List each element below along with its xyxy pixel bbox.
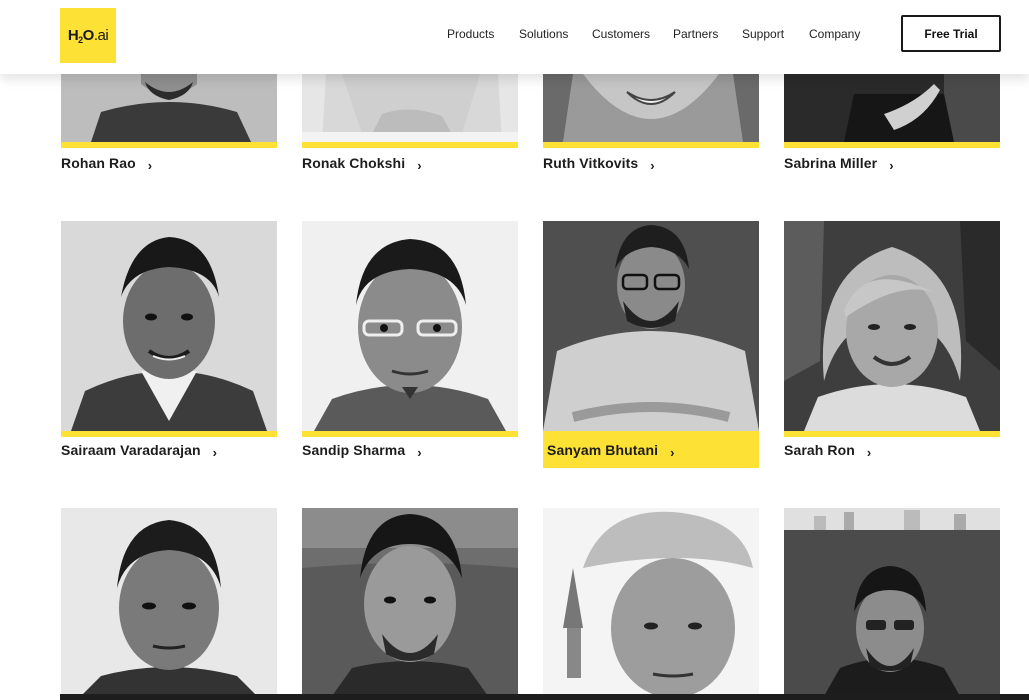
person-photo (543, 74, 759, 142)
accent-bar (784, 142, 1000, 148)
chevron-right-icon: › (147, 157, 153, 173)
logo-o: O (82, 27, 95, 44)
person-photo (543, 221, 759, 431)
accent-bar (61, 142, 277, 148)
h2o-logo[interactable]: H 2 O .ai (60, 8, 116, 63)
chevron-right-icon: › (670, 444, 675, 460)
nav-partners[interactable]: Partners (673, 27, 718, 41)
page-footer-edge (60, 694, 1029, 700)
accent-bar (302, 431, 518, 437)
accent-bar (61, 431, 277, 437)
person-link[interactable]: Sarah Ron › (784, 440, 871, 460)
chevron-right-icon: › (212, 444, 218, 460)
nav-company[interactable]: Company (809, 27, 860, 41)
person-link[interactable]: Sabrina Miller › (784, 153, 894, 173)
person-photo (61, 74, 277, 142)
logo-ai: .ai (93, 27, 109, 44)
nav-customers[interactable]: Customers (592, 27, 650, 41)
person-name: Sarah Ron (784, 442, 855, 458)
person-photo (302, 221, 518, 431)
person-name: Sandip Sharma (302, 442, 406, 458)
accent-bar (543, 142, 759, 148)
chevron-right-icon: › (650, 157, 655, 173)
logo-subscript: 2 (78, 34, 83, 45)
logo-h: H (67, 27, 79, 44)
nav-support[interactable]: Support (742, 27, 784, 41)
chevron-right-icon: › (889, 157, 894, 173)
person-name: Sabrina Miller (784, 155, 878, 171)
person-photo (784, 508, 1000, 696)
person-photo (784, 74, 1000, 142)
person-name: Sairaam Varadarajan (61, 442, 201, 458)
person-link[interactable]: Sandip Sharma › (302, 440, 422, 460)
free-trial-button[interactable]: Free Trial (901, 15, 1001, 52)
person-photo (784, 221, 1000, 431)
person-link[interactable]: Sanyam Bhutani › (547, 440, 674, 460)
person-link[interactable]: Ronak Chokshi › (302, 153, 422, 173)
person-link[interactable]: Rohan Rao › (61, 153, 152, 173)
person-name: Sanyam Bhutani (547, 442, 659, 458)
chevron-right-icon: › (417, 157, 422, 173)
chevron-right-icon: › (417, 444, 422, 460)
person-photo (61, 508, 277, 696)
person-name: Ronak Chokshi (302, 155, 406, 171)
person-photo (543, 508, 759, 696)
person-link[interactable]: Ruth Vitkovits › (543, 153, 655, 173)
chevron-right-icon: › (866, 444, 872, 460)
accent-bar (302, 142, 518, 148)
person-name: Ruth Vitkovits (543, 155, 639, 171)
person-link[interactable]: Sairaam Varadarajan › (61, 440, 217, 460)
site-header: H 2 O .ai Products Solutions Customers Part… (0, 0, 1029, 74)
nav-solutions[interactable]: Solutions (519, 27, 568, 41)
person-photo (302, 74, 518, 142)
accent-bar (784, 431, 1000, 437)
nav-products[interactable]: Products (447, 27, 494, 41)
person-photo (302, 508, 518, 696)
person-photo (61, 221, 277, 431)
person-name: Rohan Rao (61, 155, 136, 171)
